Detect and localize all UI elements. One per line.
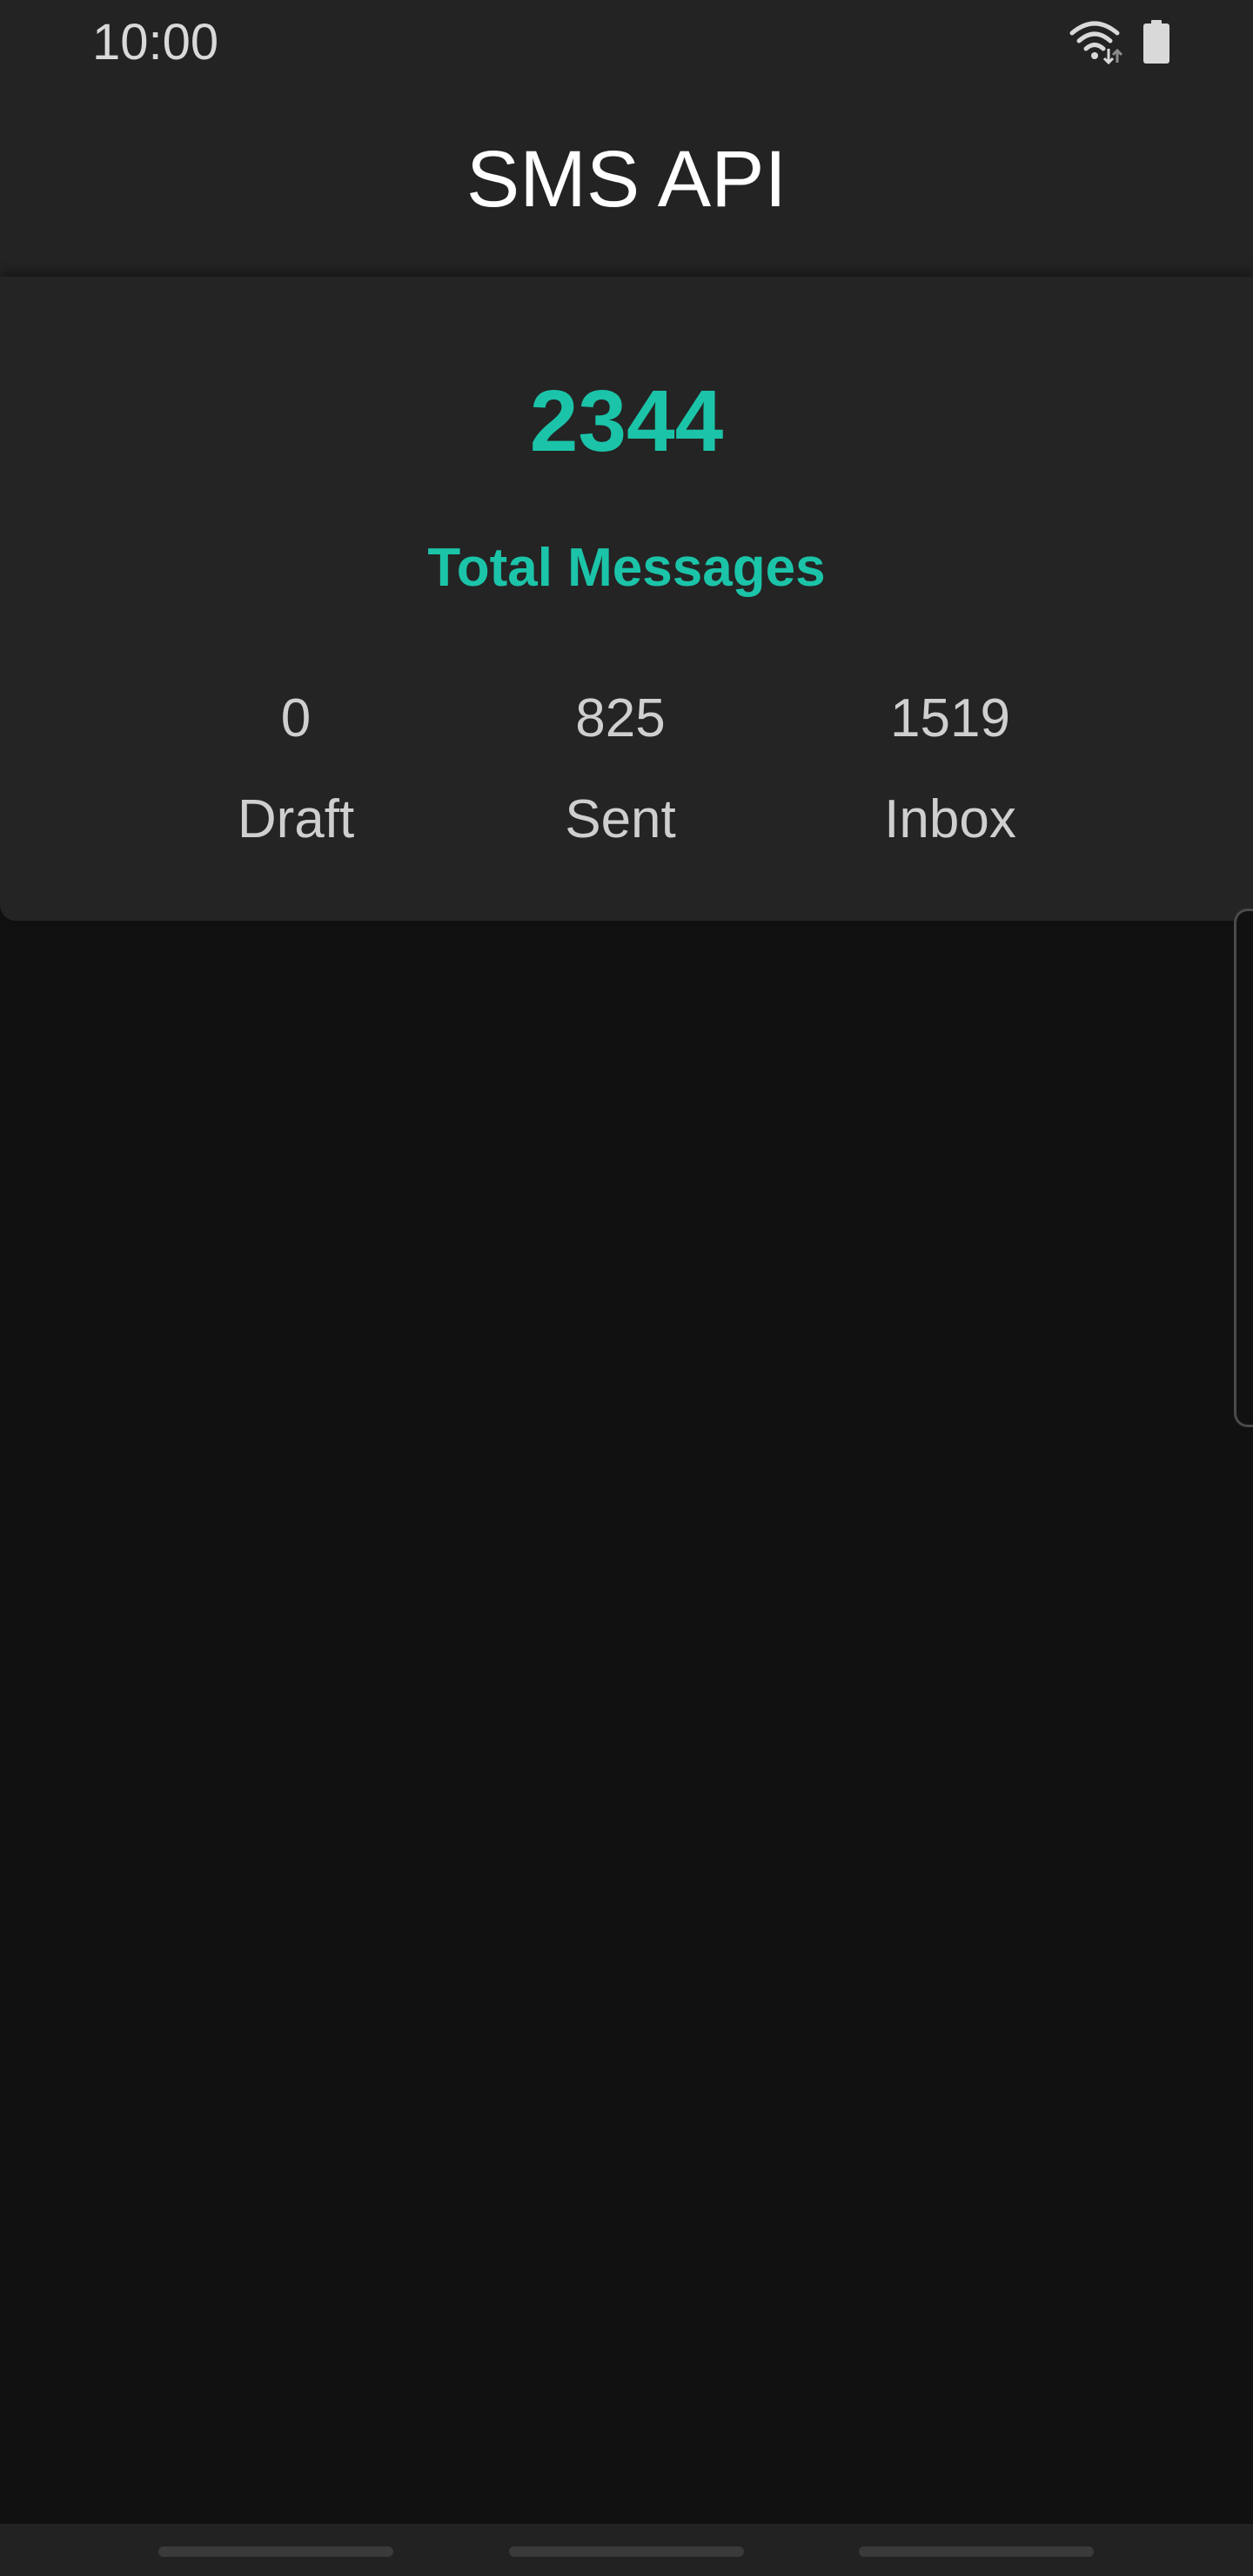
nav-recents-button[interactable] — [158, 2546, 393, 2557]
stat-sent: 825 Sent — [464, 686, 777, 853]
screen: 10:00 SMS API 2344 Total Messages 0 Draf… — [0, 0, 1253, 2576]
status-bar: 10:00 — [0, 0, 1253, 84]
status-time: 10:00 — [92, 14, 219, 70]
wifi-icon — [1069, 19, 1124, 64]
inbox-label: Inbox — [884, 789, 1016, 849]
nav-back-button[interactable] — [859, 2546, 1094, 2557]
stats-row: 0 Draft 825 Sent 1519 Inbox — [0, 686, 1253, 895]
draft-label: Draft — [237, 789, 355, 849]
app-title: SMS API — [466, 135, 787, 224]
draft-count: 0 — [280, 688, 312, 748]
sent-label: Sent — [565, 789, 676, 849]
stat-inbox: 1519 Inbox — [794, 686, 1107, 853]
status-icons — [1069, 17, 1169, 66]
nav-home-button[interactable] — [509, 2546, 744, 2557]
stat-draft: 0 Draft — [139, 686, 452, 853]
inbox-count: 1519 — [890, 688, 1010, 748]
total-messages-count: 2344 — [529, 372, 724, 470]
app-bar: SMS API — [0, 84, 1253, 277]
sent-count: 825 — [575, 688, 666, 748]
navigation-bar — [0, 2524, 1253, 2576]
battery-icon — [1143, 20, 1169, 64]
message-summary-card: 2344 Total Messages 0 Draft 825 Sent 151… — [0, 277, 1253, 921]
edge-panel-handle[interactable] — [1234, 909, 1253, 1427]
total-messages-label: Total Messages — [427, 538, 826, 598]
